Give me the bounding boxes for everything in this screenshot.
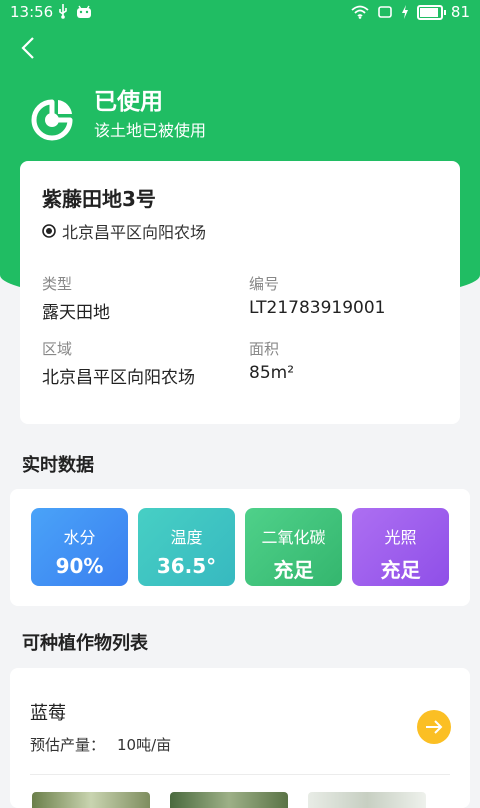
- field-name: 紫藤田地3号: [42, 187, 156, 211]
- field-address-text: 北京昌平区向阳农场: [62, 223, 207, 242]
- type-value: 露天田地: [42, 303, 110, 323]
- id-value: LT21783919001: [249, 298, 386, 318]
- crop-yield-value: 10吨/亩: [117, 736, 172, 754]
- in-use-status-icon: [31, 99, 73, 141]
- status-time: 13:56: [10, 3, 54, 21]
- charging-icon: [401, 5, 408, 19]
- status-subtitle: 该土地已被使用: [94, 121, 207, 140]
- battery-level: [419, 7, 438, 17]
- screen-rotate-icon: [378, 6, 392, 18]
- crops-section-title: 可种植作物列表: [22, 633, 148, 654]
- tile-label: 水分: [63, 528, 96, 547]
- wifi-icon: [351, 5, 369, 19]
- temperature-tile[interactable]: 温度 36.5°: [138, 508, 235, 586]
- field-info-card: 紫藤田地3号 北京昌平区向阳农场 类型 露天田地 编号 LT2178391900…: [20, 161, 460, 424]
- crop-detail-button[interactable]: [417, 710, 451, 744]
- tile-value: 充足: [273, 558, 314, 582]
- tile-label: 光照: [384, 528, 417, 547]
- status-bar: 13:56 81: [0, 0, 480, 26]
- crop-yield: 预估产量： 10吨/亩: [30, 734, 171, 755]
- tile-value: 90%: [55, 554, 104, 578]
- status-title: 已使用: [94, 89, 163, 115]
- back-button[interactable]: [14, 36, 42, 64]
- crop-photo-thumbnail[interactable]: [308, 792, 426, 808]
- arrow-right-icon: [426, 720, 443, 734]
- tile-label: 温度: [170, 528, 203, 547]
- field-address: 北京昌平区向阳农场: [42, 219, 206, 243]
- crop-photo-thumbnail[interactable]: [32, 792, 150, 808]
- area-label: 面积: [249, 340, 280, 358]
- crop-photo-thumbnail[interactable]: [170, 792, 288, 808]
- location-target-icon: [42, 224, 56, 238]
- divider: [30, 774, 450, 775]
- realtime-data-panel: 水分 90% 温度 36.5° 二氧化碳 充足 光照 充足: [10, 489, 470, 606]
- chevron-left-icon: [21, 37, 34, 59]
- moisture-tile[interactable]: 水分 90%: [31, 508, 128, 586]
- id-label: 编号: [249, 275, 280, 293]
- crop-list-panel: 蓝莓 预估产量： 10吨/亩: [10, 668, 470, 808]
- usb-icon: [59, 4, 67, 19]
- crop-name: 蓝莓: [30, 703, 66, 724]
- light-tile[interactable]: 光照 充足: [352, 508, 449, 586]
- battery-icon: [416, 4, 446, 20]
- type-label: 类型: [42, 275, 73, 293]
- tile-value: 充足: [380, 558, 421, 582]
- tile-value: 36.5°: [156, 554, 217, 578]
- region-label: 区域: [42, 340, 73, 358]
- co2-tile[interactable]: 二氧化碳 充足: [245, 508, 342, 586]
- tile-label: 二氧化碳: [261, 528, 326, 547]
- realtime-section-title: 实时数据: [22, 455, 94, 476]
- area-value: 85m²: [249, 363, 295, 383]
- battery-percent: 81: [450, 3, 470, 21]
- region-value: 北京昌平区向阳农场: [42, 368, 195, 388]
- android-icon: [77, 5, 91, 18]
- crop-yield-label: 预估产量：: [30, 736, 106, 754]
